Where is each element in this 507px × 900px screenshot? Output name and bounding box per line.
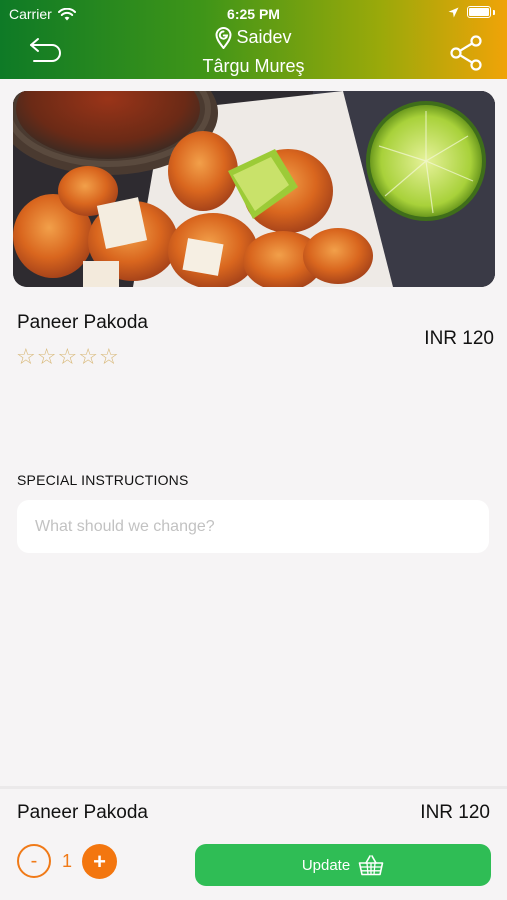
decrease-quantity-button[interactable]: - bbox=[17, 844, 51, 878]
restaurant-city: Târgu Mureş bbox=[202, 55, 305, 76]
star-icon[interactable]: ☆ bbox=[37, 345, 57, 369]
battery-icon bbox=[467, 6, 491, 18]
special-instructions-label: SPECIAL INSTRUCTIONS bbox=[17, 472, 189, 488]
status-time: 6:25 PM bbox=[227, 6, 280, 22]
status-bar: Carrier 6:25 PM bbox=[0, 0, 507, 28]
footer-item-name: Paneer Pakoda bbox=[17, 802, 148, 823]
quantity-value: 1 bbox=[62, 851, 73, 871]
update-button-label: Update bbox=[301, 856, 351, 874]
star-icon[interactable]: ☆ bbox=[57, 345, 77, 369]
dish-photo bbox=[13, 91, 495, 287]
item-name: Paneer Pakoda bbox=[17, 312, 148, 333]
battery-tip bbox=[493, 9, 495, 15]
update-button[interactable]: Update bbox=[195, 844, 491, 886]
location-pin-icon bbox=[215, 26, 232, 49]
special-instructions-input[interactable] bbox=[17, 500, 489, 553]
dish-image bbox=[13, 91, 495, 287]
rating-stars[interactable]: ☆ ☆ ☆ ☆ ☆ bbox=[16, 345, 119, 369]
item-price: INR 120 bbox=[424, 328, 494, 349]
status-right bbox=[448, 6, 495, 18]
cart-footer: Paneer Pakoda INR 120 - 1 + Update bbox=[0, 786, 507, 900]
basket-icon bbox=[358, 855, 384, 876]
restaurant-title: Saidev Târgu Mureş bbox=[0, 26, 507, 78]
header-bar: Carrier 6:25 PM Saidev Târgu Mureş bbox=[0, 0, 507, 79]
restaurant-name-row: Saidev bbox=[215, 26, 292, 49]
location-arrow-icon bbox=[448, 7, 459, 17]
star-icon[interactable]: ☆ bbox=[78, 345, 98, 369]
footer-item-price: INR 120 bbox=[420, 802, 490, 823]
increase-quantity-button[interactable]: + bbox=[82, 844, 117, 879]
star-icon[interactable]: ☆ bbox=[99, 345, 119, 369]
star-icon[interactable]: ☆ bbox=[16, 345, 36, 369]
restaurant-name: Saidev bbox=[236, 27, 292, 47]
share-icon[interactable] bbox=[449, 35, 483, 71]
